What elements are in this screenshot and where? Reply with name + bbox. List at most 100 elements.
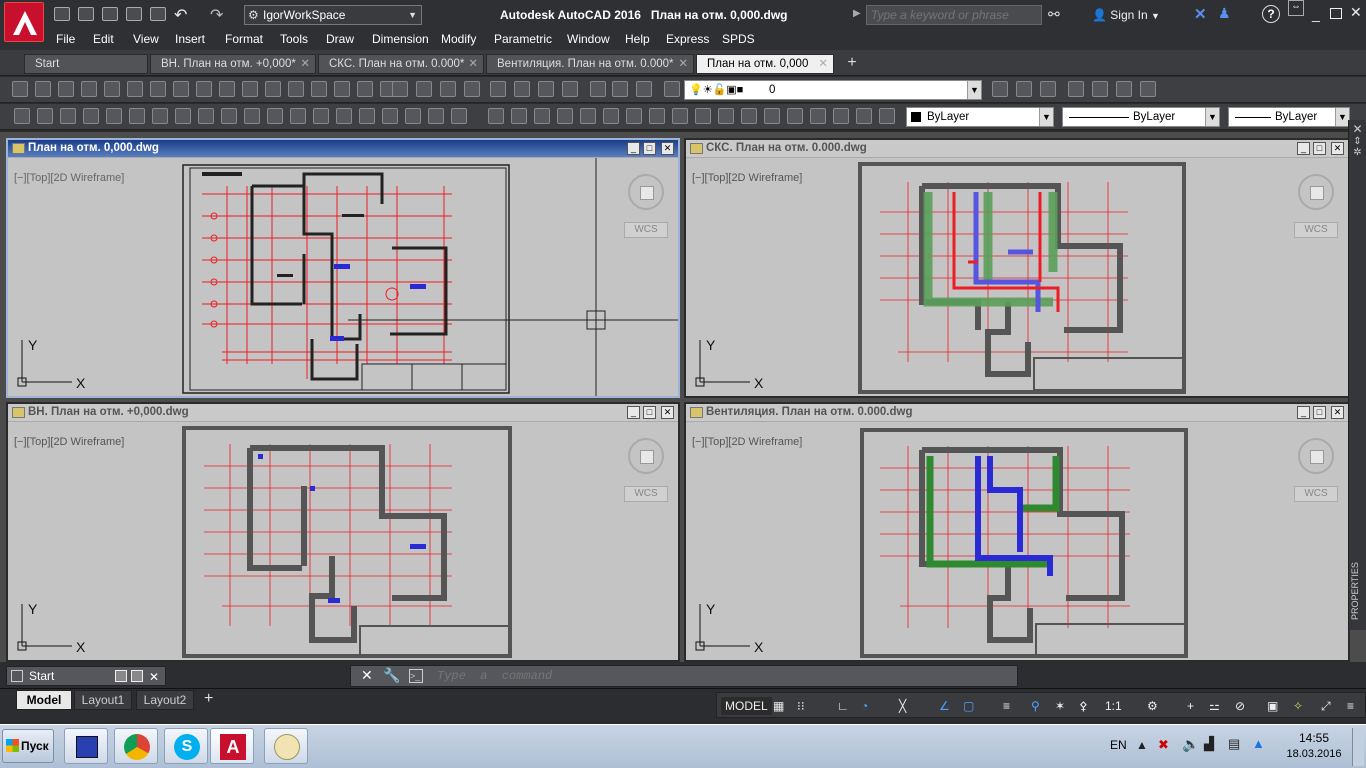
menu-modify[interactable]: Modify	[441, 32, 476, 46]
menu-insert[interactable]: Insert	[175, 32, 205, 46]
draw-tool-icon[interactable]	[428, 108, 444, 124]
file-tab-sks[interactable]: СКС. План на отм. 0.000* ✕	[318, 54, 484, 74]
close-window-button[interactable]: ✕	[1350, 4, 1362, 21]
layout-tab-model[interactable]: Model	[16, 690, 72, 710]
draw-tool-icon[interactable]	[14, 108, 30, 124]
standard-tool-icon[interactable]	[416, 81, 432, 97]
draw-tool-icon[interactable]	[267, 108, 283, 124]
viewport-sks[interactable]: СКС. План на отм. 0.000.dwg _ □ ✕ [−][Top]…	[684, 138, 1350, 398]
color-dropdown[interactable]: ByLayer ▼	[906, 107, 1054, 127]
viewcube-icon[interactable]	[628, 438, 664, 474]
standard-tool-icon[interactable]	[150, 81, 166, 97]
print-icon[interactable]	[150, 7, 166, 21]
standard-tool-icon[interactable]	[1092, 81, 1108, 97]
close-tab-icon[interactable]: ✕	[300, 55, 310, 73]
redo-icon[interactable]: ↷	[210, 5, 223, 25]
standard-tool-icon[interactable]	[35, 81, 51, 97]
draw-tool-icon[interactable]	[313, 108, 329, 124]
file-tab-plan[interactable]: План на отм. 0,000 ✕	[696, 54, 834, 74]
wcs-menu[interactable]: WCS	[1294, 222, 1338, 238]
new-file-icon[interactable]	[54, 7, 70, 21]
standard-tool-icon[interactable]	[311, 81, 327, 97]
standard-tool-icon[interactable]	[81, 81, 97, 97]
wcs-menu[interactable]: WCS	[1294, 486, 1338, 502]
viewport-controls-label[interactable]: [−][Top][2D Wireframe]	[692, 436, 802, 448]
clean-screen-icon[interactable]: ✧	[1293, 697, 1303, 715]
save-as-icon[interactable]	[126, 7, 142, 21]
viewcube-icon[interactable]	[1298, 438, 1334, 474]
minimize-icon[interactable]: _	[1297, 142, 1310, 155]
draw-tool-icon[interactable]	[488, 108, 504, 124]
file-tab-vn[interactable]: ВН. План на отм. +0,000* ✕	[150, 54, 316, 74]
workspace-switching-icon[interactable]: ⚙	[1147, 697, 1158, 715]
close-tab-icon[interactable]: ✕	[678, 55, 688, 73]
standard-tool-icon[interactable]	[219, 81, 235, 97]
start-minimized-window[interactable]: Start ✕	[6, 666, 166, 686]
ortho-icon[interactable]: ∟	[837, 697, 849, 715]
autoscale-icon[interactable]: ✶	[1055, 697, 1065, 715]
clock-date[interactable]: 18.03.2016	[1284, 748, 1344, 760]
draw-tool-icon[interactable]	[718, 108, 734, 124]
standard-tool-icon[interactable]	[1016, 81, 1032, 97]
layer-dropdown[interactable]: 💡☀🔓▣■ 0 ▼	[684, 80, 982, 100]
standard-tool-icon[interactable]	[242, 81, 258, 97]
menu-file[interactable]: File	[56, 32, 75, 46]
draw-tool-icon[interactable]	[37, 108, 53, 124]
viewport-ventilation[interactable]: Вентиляция. План на отм. 0.000.dwg _ □ ✕ […	[684, 402, 1350, 662]
viewport-plan[interactable]: План на отм. 0,000.dwg _ □ ✕ [−][Top][2D W…	[6, 138, 680, 398]
draw-tool-icon[interactable]	[290, 108, 306, 124]
draw-tool-icon[interactable]	[152, 108, 168, 124]
file-tab-ventilation[interactable]: Вентиляция. План на отм. 0.000* ✕	[486, 54, 694, 74]
standard-tool-icon[interactable]	[490, 81, 506, 97]
grid-display-icon[interactable]: ▦	[773, 697, 784, 715]
draw-tool-icon[interactable]	[451, 108, 467, 124]
menu-view[interactable]: View	[133, 32, 159, 46]
signal-icon[interactable]: ▟	[1204, 736, 1214, 752]
standard-tool-icon[interactable]	[464, 81, 480, 97]
undo-icon[interactable]: ↶	[174, 5, 187, 25]
draw-tool-icon[interactable]	[106, 108, 122, 124]
viewcube-icon[interactable]	[1298, 174, 1334, 210]
lineweight-dropdown[interactable]: ByLayer ▼	[1228, 107, 1350, 127]
command-line[interactable]: ✕ 🔧 >_	[350, 665, 1018, 687]
standard-tool-icon[interactable]	[58, 81, 74, 97]
standard-tool-icon[interactable]	[357, 81, 373, 97]
save-icon[interactable]	[102, 7, 118, 21]
object-snap-tracking-icon[interactable]: ∠	[939, 697, 950, 715]
lineweight-icon[interactable]: ≡	[1003, 697, 1010, 715]
minimize-icon[interactable]: _	[627, 406, 640, 419]
open-file-icon[interactable]	[78, 7, 94, 21]
object-snap-icon[interactable]: ▢	[963, 697, 974, 715]
menu-window[interactable]: Window	[567, 32, 610, 46]
draw-tool-icon[interactable]	[557, 108, 573, 124]
taskbar-skype[interactable]: S	[164, 728, 208, 764]
add-layout-button[interactable]: +	[204, 690, 213, 708]
viewport-controls-label[interactable]: [−][Top][2D Wireframe]	[14, 436, 124, 448]
draw-tool-icon[interactable]	[83, 108, 99, 124]
standard-tool-icon[interactable]	[1116, 81, 1132, 97]
standard-tool-icon[interactable]	[612, 81, 628, 97]
draw-tool-icon[interactable]	[359, 108, 375, 124]
units-icon[interactable]: ⚍	[1209, 697, 1220, 715]
draw-tool-icon[interactable]	[810, 108, 826, 124]
draw-tool-icon[interactable]	[649, 108, 665, 124]
draw-tool-icon[interactable]	[856, 108, 872, 124]
close-icon[interactable]: ✕	[1349, 122, 1366, 136]
draw-tool-icon[interactable]	[672, 108, 688, 124]
menu-parametric[interactable]: Parametric	[494, 32, 552, 46]
help-icon[interactable]: ?	[1262, 5, 1280, 23]
draw-tool-icon[interactable]	[787, 108, 803, 124]
show-desktop-button[interactable]	[1352, 728, 1364, 766]
resize-icon[interactable]: ⇔	[1288, 0, 1304, 16]
draw-tool-icon[interactable]	[382, 108, 398, 124]
sign-in-button[interactable]: 👤 Sign In ▼	[1092, 8, 1160, 22]
menu-draw[interactable]: Draw	[326, 32, 354, 46]
hardware-acceleration-icon[interactable]: ▣	[1267, 697, 1278, 715]
device-icon[interactable]: ▤	[1228, 736, 1240, 752]
menu-tools[interactable]: Tools	[280, 32, 308, 46]
standard-tool-icon[interactable]	[127, 81, 143, 97]
new-tab-button[interactable]: +	[842, 55, 862, 73]
file-tab-start[interactable]: Start	[24, 54, 148, 74]
viewport-controls-label[interactable]: [−][Top][2D Wireframe]	[692, 172, 802, 184]
fullscreen-icon[interactable]: ⤢	[1321, 697, 1331, 715]
